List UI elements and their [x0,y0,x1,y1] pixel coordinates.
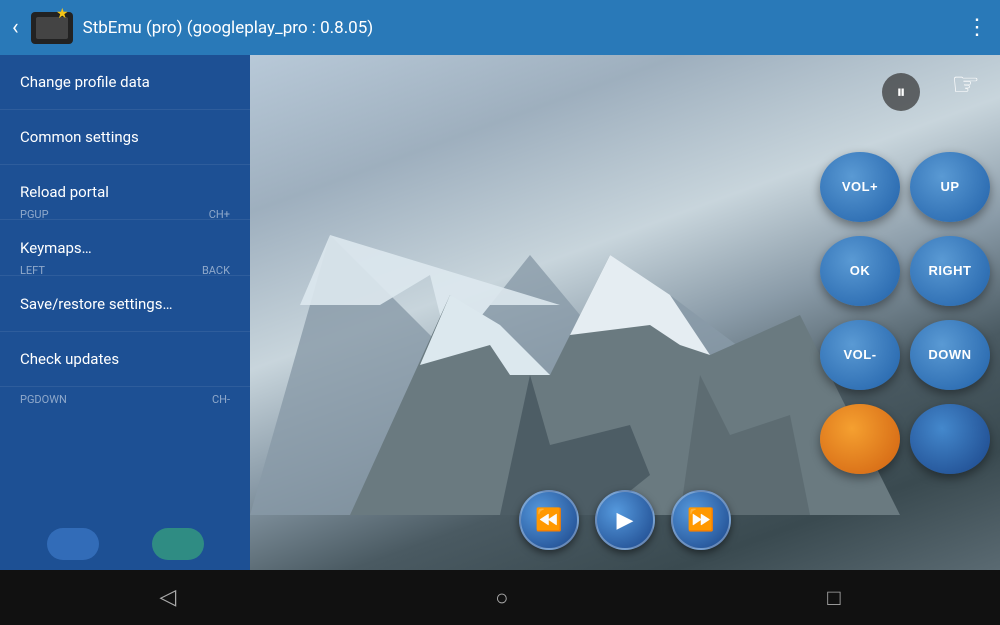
video-content: ⏸ ☞ ⏪ ▶ ⏩ VOL+ UP [250,55,1000,570]
right-control-panel: VOL+ UP OK RIGHT VOL- DOWN [810,55,1000,570]
left-label: LEFT [20,264,45,277]
chminus-label: CH- [212,393,230,406]
pgup-label: PGUP [20,208,49,221]
ok-button[interactable]: OK [820,236,900,306]
main-content: Change profile data Common settings Relo… [0,55,1000,570]
keymap-hints-pgup: PGUP CH+ [0,206,250,221]
sidebar-btn-right[interactable] [152,528,204,560]
monitor-icon [36,17,68,39]
ctrl-row-bottom: VOL- DOWN [820,320,990,390]
menu-button[interactable]: ⋮ [966,15,988,40]
sidebar-btn-left[interactable] [47,528,99,560]
chplus-label: CH+ [209,208,230,221]
sidebar: Change profile data Common settings Relo… [0,55,250,570]
rewind-icon: ⏪ [535,508,562,533]
sidebar-item-common-settings[interactable]: Common settings [0,110,250,165]
nav-back-button[interactable]: ◁ [159,585,176,610]
up-button[interactable]: UP [910,152,990,222]
top-bar: ‹ StbEmu (pro) (googleplay_pro : 0.8.05)… [0,0,1000,55]
sidebar-item-check-updates[interactable]: Check updates [0,332,250,387]
vol-plus-button[interactable]: VOL+ [820,152,900,222]
keymap-hints-left: LEFT BACK [0,262,250,277]
app-icon [31,12,73,44]
back-label: BACK [202,264,230,277]
sidebar-bottom-buttons [0,518,250,570]
ctrl-row-top: VOL+ UP [820,152,990,222]
play-button[interactable]: ▶ [595,490,655,550]
pgdown-label: PGDOWN [20,393,67,406]
nav-bar: ◁ ○ □ [0,570,1000,625]
keymap-hints-pgdown: PGDOWN CH- [0,391,250,406]
blue-button[interactable] [910,404,990,474]
fastforward-icon: ⏩ [687,508,714,533]
app-title: StbEmu (pro) (googleplay_pro : 0.8.05) [83,18,966,38]
vol-minus-button[interactable]: VOL- [820,320,900,390]
down-button[interactable]: DOWN [910,320,990,390]
rewind-button[interactable]: ⏪ [519,490,579,550]
sidebar-item-save-restore[interactable]: Save/restore settings… [0,277,250,332]
right-button[interactable]: RIGHT [910,236,990,306]
play-icon: ▶ [617,508,634,533]
fastforward-button[interactable]: ⏩ [671,490,731,550]
ctrl-row-color-buttons [820,404,990,474]
orange-button[interactable] [820,404,900,474]
nav-recent-button[interactable]: □ [827,585,840,611]
nav-home-button[interactable]: ○ [495,585,508,611]
back-button[interactable]: ‹ [12,15,19,40]
sidebar-item-change-profile[interactable]: Change profile data [0,55,250,110]
ctrl-row-middle: OK RIGHT [820,236,990,306]
